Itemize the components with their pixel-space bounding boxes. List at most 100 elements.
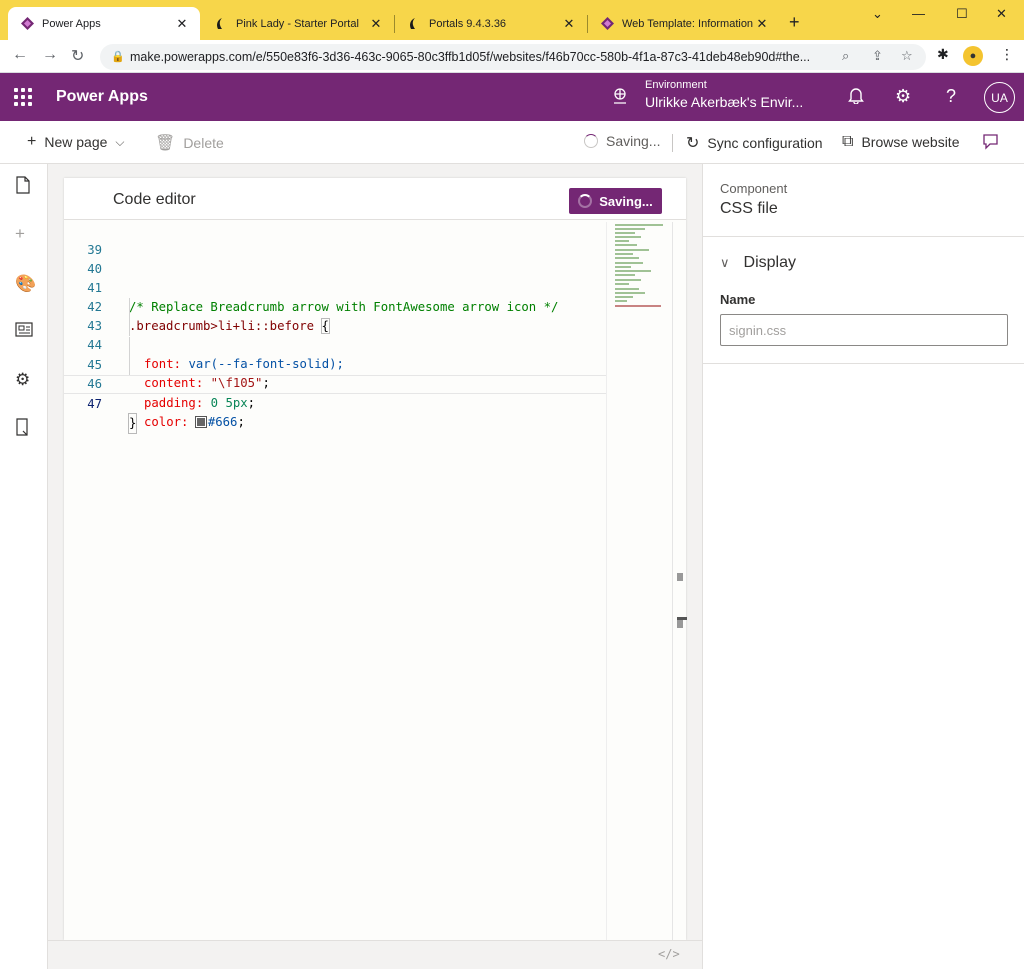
left-rail: + 🎨 ⚙	[0, 164, 48, 969]
save-button[interactable]: Saving...	[569, 188, 662, 214]
code-semicolon: ;	[247, 395, 256, 410]
panel-divider	[703, 236, 1024, 237]
minimap-line	[615, 279, 641, 281]
save-button-label: Saving...	[599, 193, 653, 209]
browser-tab-web-template[interactable]: Web Template: Information ✕	[588, 7, 780, 40]
tab-title: Web Template: Information	[622, 17, 754, 30]
scroll-marker	[677, 620, 683, 628]
close-icon[interactable]: ✕	[368, 16, 384, 32]
new-page-button[interactable]: + New page ⌵	[27, 133, 125, 151]
notification-bell-icon[interactable]	[848, 86, 864, 109]
delete-label: Delete	[183, 135, 224, 151]
code-line: 43 font: var(--fa-font-solid);	[64, 298, 606, 371]
code-editor-title: Code editor	[113, 191, 196, 208]
trash-icon: 🗑	[155, 135, 176, 152]
url-bar[interactable]: 🔒 make.powerapps.com/e/550e83f6-3d36-463…	[100, 44, 926, 70]
code-editor-panel: Code editor Saving... 39 40 41 /* Replac…	[64, 178, 687, 940]
delete-button[interactable]: 🗑 Delete	[155, 133, 224, 153]
line-number: 47	[87, 396, 102, 411]
extensions-icon[interactable]: ✱	[937, 46, 949, 63]
code-view-icon[interactable]: </>	[658, 947, 680, 961]
browse-website-button[interactable]: ⧉ Browse website	[842, 133, 959, 151]
code-line-current: 47 }	[64, 374, 606, 434]
new-page-label: New page	[44, 134, 108, 150]
color-swatch[interactable]	[194, 415, 207, 428]
zoom-icon[interactable]: ⌕	[842, 48, 849, 64]
browser-tab-portals[interactable]: Portals 9.4.3.36 ✕	[395, 7, 587, 40]
more-menu-icon[interactable]: ⋮	[1000, 46, 1014, 63]
code-line: 40	[64, 241, 606, 276]
app-header: Power Apps Environment Ulrikke Akerbæk's…	[0, 73, 1024, 121]
code-area[interactable]: 39 40 41 /* Replace Breadcrumb arrow wit…	[64, 222, 606, 434]
portal-icon	[407, 17, 421, 31]
name-field[interactable]: signin.css	[720, 314, 1008, 346]
saving-status: Saving...	[584, 133, 660, 149]
address-bar-row: ← → ↻ 🔒 make.powerapps.com/e/550e83f6-3d…	[0, 40, 1024, 73]
sync-label: Sync configuration	[707, 135, 823, 151]
minimap-line	[615, 249, 649, 251]
code-line: 44 content: "\f105";	[64, 317, 606, 390]
editor-footer: </>	[48, 940, 702, 969]
minimap-line	[615, 257, 639, 259]
chevron-down-icon[interactable]: ⌄	[872, 6, 883, 22]
component-type: CSS file	[720, 200, 778, 217]
close-icon[interactable]: ✕	[174, 16, 190, 32]
user-avatar[interactable]: UA	[984, 82, 1015, 113]
share-icon[interactable]: ⇪	[872, 48, 883, 64]
powerapps-icon	[20, 17, 34, 31]
back-icon[interactable]: ←	[12, 46, 28, 64]
indent-guide	[129, 317, 130, 337]
forward-icon[interactable]: →	[42, 46, 58, 64]
portal-management-icon[interactable]	[15, 418, 31, 441]
minimap-line	[615, 224, 663, 226]
environment-label: Environment	[645, 79, 707, 91]
minimap-line	[615, 244, 637, 246]
code-line: 41 /* Replace Breadcrumb arrow with Font…	[64, 260, 606, 314]
minimap-line	[615, 288, 639, 290]
display-section-label: Display	[743, 254, 796, 271]
close-icon[interactable]: ✕	[754, 16, 770, 32]
saving-label: Saving...	[606, 133, 661, 149]
indent-guide	[129, 355, 130, 375]
close-icon[interactable]: ✕	[561, 16, 577, 32]
window-close-icon[interactable]: ✕	[996, 6, 1007, 22]
themes-palette-icon[interactable]: 🎨	[15, 274, 36, 294]
command-divider	[672, 134, 673, 152]
sync-icon: ↻	[686, 135, 700, 152]
feedback-icon[interactable]	[982, 133, 999, 150]
browser-tab-powerapps[interactable]: Power Apps ✕	[8, 7, 200, 40]
reload-icon[interactable]: ↻	[71, 46, 84, 66]
new-tab-icon[interactable]: +	[789, 12, 800, 33]
templates-icon[interactable]	[15, 322, 33, 342]
pages-icon[interactable]	[15, 176, 31, 199]
settings-gear-icon[interactable]: ⚙	[15, 370, 30, 390]
minimap-line	[615, 283, 629, 285]
code-line: 42 .breadcrumb>li+li::before {	[64, 279, 606, 335]
help-icon[interactable]: ?	[946, 86, 956, 107]
code-brace: }	[127, 412, 138, 434]
editor-scrollbar[interactable]	[672, 222, 687, 940]
bookmark-star-icon[interactable]: ☆	[901, 48, 913, 64]
chevron-down-icon: ∨	[720, 255, 730, 270]
spinner-icon	[578, 194, 593, 208]
maximize-icon[interactable]: ☐	[956, 6, 968, 22]
code-line: 45 padding: 0 5px;	[64, 336, 606, 410]
scroll-marker	[677, 573, 683, 581]
sync-configuration-button[interactable]: ↻ Sync configuration	[686, 133, 823, 153]
browser-tab-pink-lady[interactable]: Pink Lady - Starter Portal ✕	[202, 7, 394, 40]
settings-gear-icon[interactable]: ⚙	[895, 86, 911, 107]
app-launcher-icon[interactable]	[14, 88, 32, 106]
minimap-line	[615, 300, 627, 302]
minimap-line	[615, 253, 633, 255]
display-section-toggle[interactable]: ∨ Display	[720, 254, 796, 272]
url-text: make.powerapps.com/e/550e83f6-3d36-463c-…	[130, 50, 811, 64]
components-add-icon[interactable]: +	[15, 224, 25, 244]
code-minimap[interactable]	[606, 222, 672, 940]
powerapps-icon	[600, 17, 614, 31]
environment-icon	[611, 87, 629, 110]
profile-avatar-icon[interactable]: ●	[963, 46, 983, 66]
app-name[interactable]: Power Apps	[56, 88, 148, 106]
minimap-line	[615, 240, 629, 242]
minimize-icon[interactable]: —	[912, 6, 925, 21]
environment-picker[interactable]: Ulrikke Akerbæk's Envir...	[645, 94, 803, 110]
